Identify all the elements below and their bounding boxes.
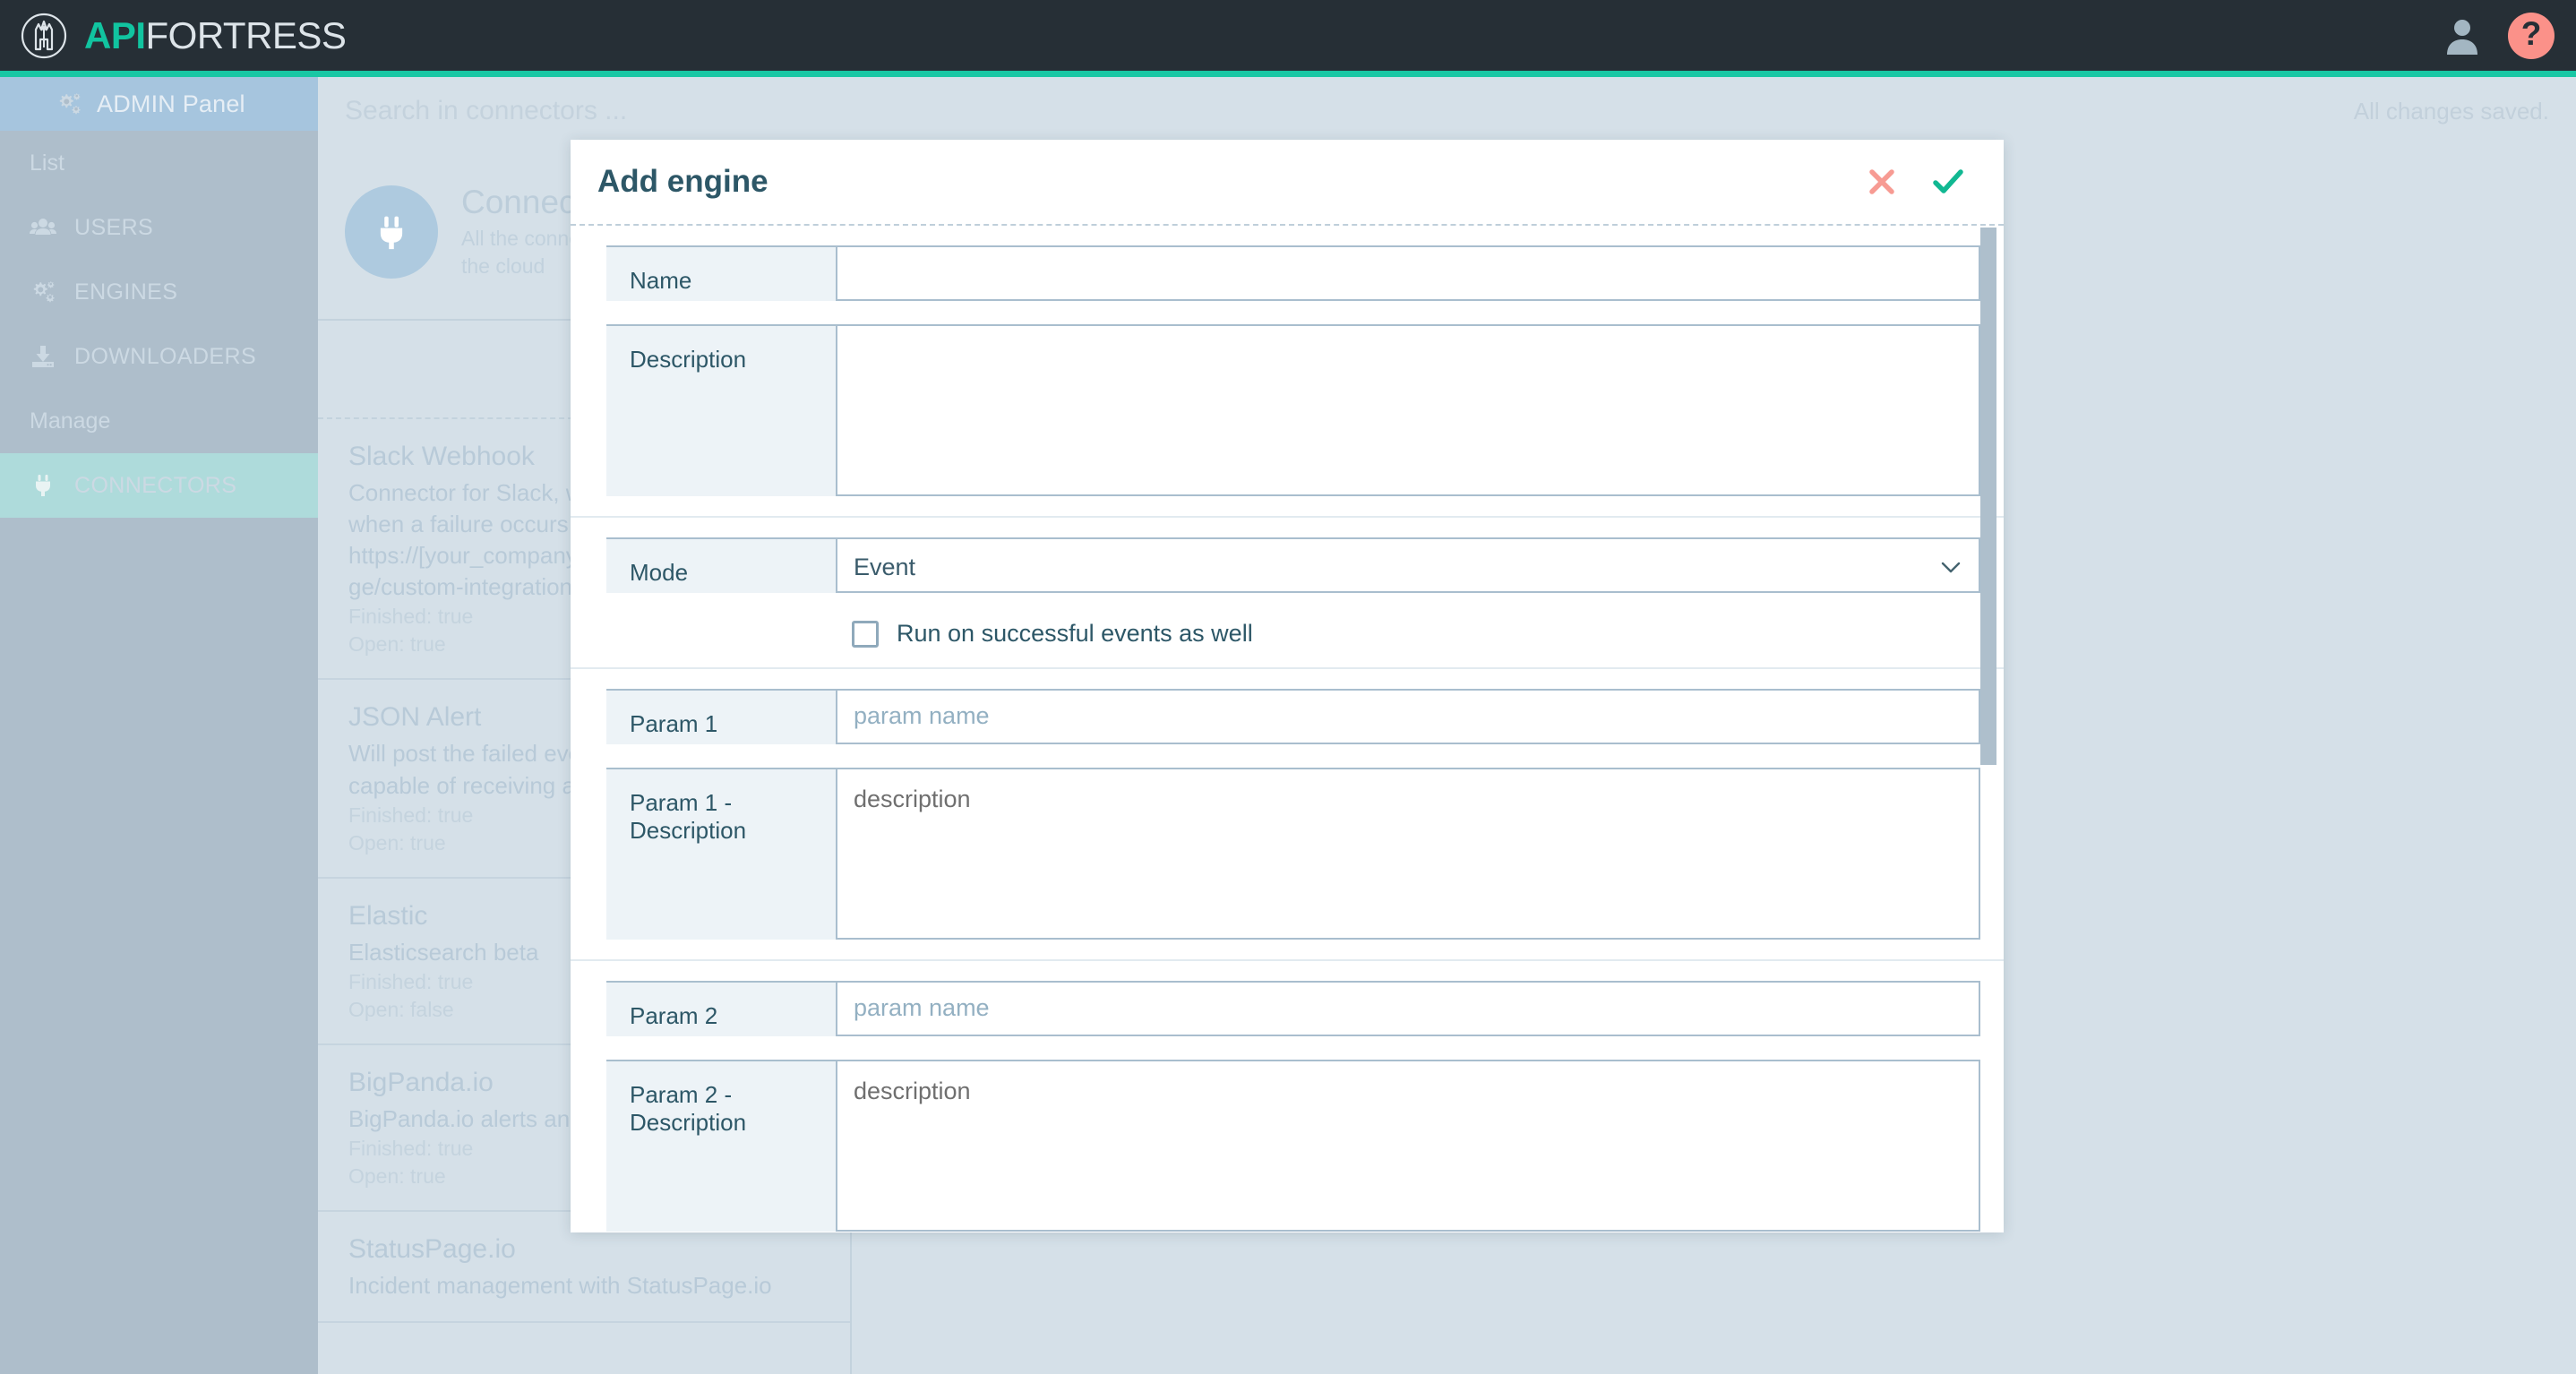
name-field-label: Name <box>606 245 836 301</box>
form-block-param2: Param 2 Param 2 - Description <box>571 961 2004 1232</box>
param2-description-field-cell <box>836 1060 1980 1232</box>
param1-description-textarea[interactable] <box>837 769 1979 857</box>
modal-body: Name Description Mode Event <box>571 226 2004 1232</box>
param2-description-field-label: Param 2 - Description <box>606 1060 836 1232</box>
form-block-basic: Name Description <box>571 226 2004 518</box>
sidebar-item-downloaders-label: DOWNLOADERS <box>74 344 256 370</box>
sidebar: ADMIN Panel List USERS ENGINES <box>0 77 318 1374</box>
hero-plug-icon-circle <box>345 185 438 279</box>
field-row-description: Description <box>606 324 1980 496</box>
run-on-successful-events-checkbox[interactable] <box>852 621 879 648</box>
modal-title: Add engine <box>597 164 1857 200</box>
param1-description-field-label: Param 1 - Description <box>606 768 836 940</box>
download-icon <box>30 343 56 370</box>
run-on-successful-events-label: Run on successful events as well <box>897 620 1253 648</box>
name-field-cell <box>836 245 1980 301</box>
sidebar-section-list: List <box>0 131 318 195</box>
gears-icon <box>30 279 56 305</box>
sidebar-section-manage: Manage <box>0 389 318 453</box>
sidebar-item-connectors[interactable]: CONNECTORS <box>0 453 318 518</box>
add-engine-modal: Add engine Name Description <box>571 140 2004 1232</box>
gears-icon <box>56 90 82 117</box>
teal-accent-rule <box>0 71 2576 77</box>
param2-input[interactable] <box>837 983 1979 1033</box>
sidebar-admin-panel-label: ADMIN Panel <box>97 90 245 118</box>
mode-select[interactable]: Event <box>837 539 1979 595</box>
run-on-successful-events-row[interactable]: Run on successful events as well <box>836 620 1980 648</box>
search-row: All changes saved. <box>318 77 2576 145</box>
help-question-icon[interactable]: ? <box>2508 13 2555 59</box>
name-input[interactable] <box>837 247 1979 297</box>
brand-logo-wrap[interactable]: APIFORTRESS <box>20 12 346 60</box>
topbar-actions: ? <box>2442 0 2555 71</box>
modal-scrollbar-thumb[interactable] <box>1980 228 1996 765</box>
brand-text: APIFORTRESS <box>84 17 346 55</box>
description-field-label: Description <box>606 324 836 496</box>
sidebar-item-connectors-label: CONNECTORS <box>74 473 236 499</box>
connector-description: Incident management with StatusPage.io <box>348 1270 820 1301</box>
sidebar-item-downloaders[interactable]: DOWNLOADERS <box>0 324 318 389</box>
param1-field-label: Param 1 <box>606 689 836 744</box>
search-input[interactable] <box>345 96 1061 126</box>
field-row-mode: Mode Event <box>606 537 1980 593</box>
sidebar-admin-panel-header[interactable]: ADMIN Panel <box>0 77 318 131</box>
connector-name: StatusPage.io <box>348 1232 820 1267</box>
plug-icon <box>30 472 56 499</box>
sidebar-item-engines[interactable]: ENGINES <box>0 260 318 324</box>
users-icon <box>30 214 56 241</box>
chevron-down-icon <box>1939 555 1962 579</box>
param1-field-cell <box>836 689 1980 744</box>
fortress-shield-icon <box>20 12 68 60</box>
field-row-param1: Param 1 <box>606 689 1980 744</box>
form-block-param1: Param 1 Param 1 - Description <box>571 669 2004 961</box>
description-field-cell <box>836 324 1980 496</box>
mode-field-cell: Event <box>836 537 1980 593</box>
field-row-param2: Param 2 <box>606 981 1980 1036</box>
param1-input[interactable] <box>837 691 1979 741</box>
help-label: ? <box>2521 17 2542 50</box>
param2-field-cell <box>836 981 1980 1036</box>
field-row-name: Name <box>606 245 1980 301</box>
save-status-text: All changes saved. <box>2354 98 2549 125</box>
sidebar-item-engines-label: ENGINES <box>74 279 177 305</box>
brand-fortress: FORTRESS <box>146 14 347 56</box>
param2-description-textarea[interactable] <box>837 1061 1979 1149</box>
mode-field-label: Mode <box>606 537 836 593</box>
param2-field-label: Param 2 <box>606 981 836 1036</box>
field-row-param2-description: Param 2 - Description <box>606 1060 1980 1232</box>
mode-select-value: Event <box>854 554 1939 581</box>
check-icon[interactable] <box>1923 157 1973 207</box>
plug-icon <box>368 209 415 255</box>
sidebar-item-users-label: USERS <box>74 215 153 241</box>
sidebar-item-users[interactable]: USERS <box>0 195 318 260</box>
user-avatar-icon[interactable] <box>2442 15 2483 56</box>
modal-header: Add engine <box>571 140 2004 226</box>
top-app-bar: APIFORTRESS ? <box>0 0 2576 71</box>
form-block-mode: Mode Event Run on successful events as w… <box>571 518 2004 669</box>
field-row-param1-description: Param 1 - Description <box>606 768 1980 940</box>
close-x-icon[interactable] <box>1857 157 1907 207</box>
param1-description-field-cell <box>836 768 1980 940</box>
brand-api: API <box>84 14 146 56</box>
description-textarea[interactable] <box>837 326 1979 414</box>
